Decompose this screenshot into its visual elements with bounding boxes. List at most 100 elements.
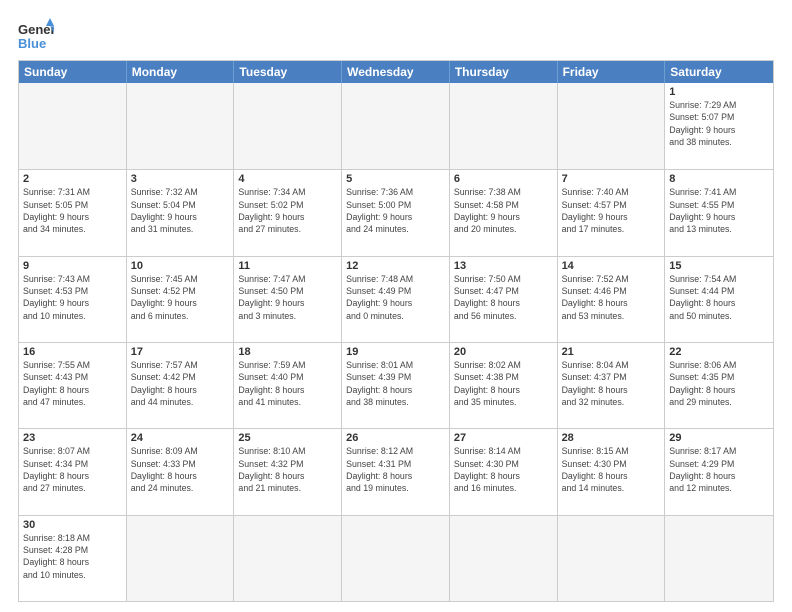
calendar-cell bbox=[558, 516, 666, 601]
svg-text:Blue: Blue bbox=[18, 36, 46, 51]
sun-info: Sunrise: 8:12 AM Sunset: 4:31 PM Dayligh… bbox=[346, 445, 445, 494]
calendar-cell bbox=[665, 516, 773, 601]
calendar-cell: 9Sunrise: 7:43 AM Sunset: 4:53 PM Daylig… bbox=[19, 257, 127, 342]
calendar-cell: 1Sunrise: 7:29 AM Sunset: 5:07 PM Daylig… bbox=[665, 83, 773, 169]
calendar-cell: 25Sunrise: 8:10 AM Sunset: 4:32 PM Dayli… bbox=[234, 429, 342, 514]
sun-info: Sunrise: 8:14 AM Sunset: 4:30 PM Dayligh… bbox=[454, 445, 553, 494]
day-number: 18 bbox=[238, 346, 337, 358]
sun-info: Sunrise: 8:06 AM Sunset: 4:35 PM Dayligh… bbox=[669, 359, 769, 408]
day-number: 14 bbox=[562, 260, 661, 272]
calendar-cell bbox=[342, 516, 450, 601]
sun-info: Sunrise: 7:59 AM Sunset: 4:40 PM Dayligh… bbox=[238, 359, 337, 408]
day-number: 22 bbox=[669, 346, 769, 358]
calendar-cell: 6Sunrise: 7:38 AM Sunset: 4:58 PM Daylig… bbox=[450, 170, 558, 255]
sun-info: Sunrise: 7:34 AM Sunset: 5:02 PM Dayligh… bbox=[238, 186, 337, 235]
calendar-cell bbox=[19, 83, 127, 169]
sun-info: Sunrise: 7:52 AM Sunset: 4:46 PM Dayligh… bbox=[562, 273, 661, 322]
sun-info: Sunrise: 7:40 AM Sunset: 4:57 PM Dayligh… bbox=[562, 186, 661, 235]
sun-info: Sunrise: 8:18 AM Sunset: 4:28 PM Dayligh… bbox=[23, 532, 122, 581]
calendar-cell: 28Sunrise: 8:15 AM Sunset: 4:30 PM Dayli… bbox=[558, 429, 666, 514]
day-number: 7 bbox=[562, 173, 661, 185]
calendar-week-2: 9Sunrise: 7:43 AM Sunset: 4:53 PM Daylig… bbox=[19, 256, 773, 342]
day-number: 2 bbox=[23, 173, 122, 185]
calendar-week-0: 1Sunrise: 7:29 AM Sunset: 5:07 PM Daylig… bbox=[19, 83, 773, 169]
day-number: 5 bbox=[346, 173, 445, 185]
calendar-week-1: 2Sunrise: 7:31 AM Sunset: 5:05 PM Daylig… bbox=[19, 169, 773, 255]
calendar-cell: 24Sunrise: 8:09 AM Sunset: 4:33 PM Dayli… bbox=[127, 429, 235, 514]
logo: General Blue bbox=[18, 18, 54, 54]
calendar-cell: 21Sunrise: 8:04 AM Sunset: 4:37 PM Dayli… bbox=[558, 343, 666, 428]
calendar-cell: 19Sunrise: 8:01 AM Sunset: 4:39 PM Dayli… bbox=[342, 343, 450, 428]
day-number: 15 bbox=[669, 260, 769, 272]
day-number: 19 bbox=[346, 346, 445, 358]
day-number: 23 bbox=[23, 432, 122, 444]
calendar-cell: 29Sunrise: 8:17 AM Sunset: 4:29 PM Dayli… bbox=[665, 429, 773, 514]
header-day-wednesday: Wednesday bbox=[342, 61, 450, 83]
calendar: SundayMondayTuesdayWednesdayThursdayFrid… bbox=[18, 60, 774, 602]
calendar-cell: 26Sunrise: 8:12 AM Sunset: 4:31 PM Dayli… bbox=[342, 429, 450, 514]
calendar-cell: 10Sunrise: 7:45 AM Sunset: 4:52 PM Dayli… bbox=[127, 257, 235, 342]
day-number: 26 bbox=[346, 432, 445, 444]
sun-info: Sunrise: 7:47 AM Sunset: 4:50 PM Dayligh… bbox=[238, 273, 337, 322]
sun-info: Sunrise: 7:54 AM Sunset: 4:44 PM Dayligh… bbox=[669, 273, 769, 322]
calendar-cell: 3Sunrise: 7:32 AM Sunset: 5:04 PM Daylig… bbox=[127, 170, 235, 255]
sun-info: Sunrise: 8:15 AM Sunset: 4:30 PM Dayligh… bbox=[562, 445, 661, 494]
sun-info: Sunrise: 8:17 AM Sunset: 4:29 PM Dayligh… bbox=[669, 445, 769, 494]
sun-info: Sunrise: 7:29 AM Sunset: 5:07 PM Dayligh… bbox=[669, 99, 769, 148]
calendar-cell bbox=[450, 83, 558, 169]
calendar-cell: 13Sunrise: 7:50 AM Sunset: 4:47 PM Dayli… bbox=[450, 257, 558, 342]
sun-info: Sunrise: 8:10 AM Sunset: 4:32 PM Dayligh… bbox=[238, 445, 337, 494]
calendar-cell: 20Sunrise: 8:02 AM Sunset: 4:38 PM Dayli… bbox=[450, 343, 558, 428]
day-number: 25 bbox=[238, 432, 337, 444]
calendar-cell: 27Sunrise: 8:14 AM Sunset: 4:30 PM Dayli… bbox=[450, 429, 558, 514]
day-number: 20 bbox=[454, 346, 553, 358]
calendar-cell: 18Sunrise: 7:59 AM Sunset: 4:40 PM Dayli… bbox=[234, 343, 342, 428]
calendar-cell bbox=[234, 83, 342, 169]
day-number: 4 bbox=[238, 173, 337, 185]
calendar-cell: 8Sunrise: 7:41 AM Sunset: 4:55 PM Daylig… bbox=[665, 170, 773, 255]
sun-info: Sunrise: 8:07 AM Sunset: 4:34 PM Dayligh… bbox=[23, 445, 122, 494]
day-number: 28 bbox=[562, 432, 661, 444]
day-number: 21 bbox=[562, 346, 661, 358]
header: General Blue bbox=[18, 18, 774, 54]
calendar-cell: 7Sunrise: 7:40 AM Sunset: 4:57 PM Daylig… bbox=[558, 170, 666, 255]
calendar-cell: 4Sunrise: 7:34 AM Sunset: 5:02 PM Daylig… bbox=[234, 170, 342, 255]
calendar-cell: 17Sunrise: 7:57 AM Sunset: 4:42 PM Dayli… bbox=[127, 343, 235, 428]
sun-info: Sunrise: 7:55 AM Sunset: 4:43 PM Dayligh… bbox=[23, 359, 122, 408]
day-number: 10 bbox=[131, 260, 230, 272]
sun-info: Sunrise: 8:09 AM Sunset: 4:33 PM Dayligh… bbox=[131, 445, 230, 494]
sun-info: Sunrise: 7:43 AM Sunset: 4:53 PM Dayligh… bbox=[23, 273, 122, 322]
sun-info: Sunrise: 7:41 AM Sunset: 4:55 PM Dayligh… bbox=[669, 186, 769, 235]
day-number: 17 bbox=[131, 346, 230, 358]
calendar-cell bbox=[234, 516, 342, 601]
calendar-cell bbox=[127, 83, 235, 169]
day-number: 11 bbox=[238, 260, 337, 272]
calendar-cell: 12Sunrise: 7:48 AM Sunset: 4:49 PM Dayli… bbox=[342, 257, 450, 342]
sun-info: Sunrise: 8:04 AM Sunset: 4:37 PM Dayligh… bbox=[562, 359, 661, 408]
sun-info: Sunrise: 7:48 AM Sunset: 4:49 PM Dayligh… bbox=[346, 273, 445, 322]
sun-info: Sunrise: 7:50 AM Sunset: 4:47 PM Dayligh… bbox=[454, 273, 553, 322]
sun-info: Sunrise: 8:02 AM Sunset: 4:38 PM Dayligh… bbox=[454, 359, 553, 408]
calendar-week-3: 16Sunrise: 7:55 AM Sunset: 4:43 PM Dayli… bbox=[19, 342, 773, 428]
day-number: 27 bbox=[454, 432, 553, 444]
page: General Blue SundayMondayTuesdayWednesda… bbox=[0, 0, 792, 612]
calendar-cell bbox=[450, 516, 558, 601]
day-number: 16 bbox=[23, 346, 122, 358]
header-day-sunday: Sunday bbox=[19, 61, 127, 83]
day-number: 30 bbox=[23, 519, 122, 531]
calendar-cell: 5Sunrise: 7:36 AM Sunset: 5:00 PM Daylig… bbox=[342, 170, 450, 255]
calendar-cell: 30Sunrise: 8:18 AM Sunset: 4:28 PM Dayli… bbox=[19, 516, 127, 601]
sun-info: Sunrise: 7:57 AM Sunset: 4:42 PM Dayligh… bbox=[131, 359, 230, 408]
calendar-body: 1Sunrise: 7:29 AM Sunset: 5:07 PM Daylig… bbox=[19, 83, 773, 601]
calendar-cell: 16Sunrise: 7:55 AM Sunset: 4:43 PM Dayli… bbox=[19, 343, 127, 428]
header-day-saturday: Saturday bbox=[665, 61, 773, 83]
header-day-friday: Friday bbox=[558, 61, 666, 83]
day-number: 24 bbox=[131, 432, 230, 444]
calendar-cell bbox=[342, 83, 450, 169]
sun-info: Sunrise: 7:31 AM Sunset: 5:05 PM Dayligh… bbox=[23, 186, 122, 235]
day-number: 3 bbox=[131, 173, 230, 185]
calendar-header: SundayMondayTuesdayWednesdayThursdayFrid… bbox=[19, 61, 773, 83]
day-number: 1 bbox=[669, 86, 769, 98]
calendar-cell: 14Sunrise: 7:52 AM Sunset: 4:46 PM Dayli… bbox=[558, 257, 666, 342]
header-day-tuesday: Tuesday bbox=[234, 61, 342, 83]
